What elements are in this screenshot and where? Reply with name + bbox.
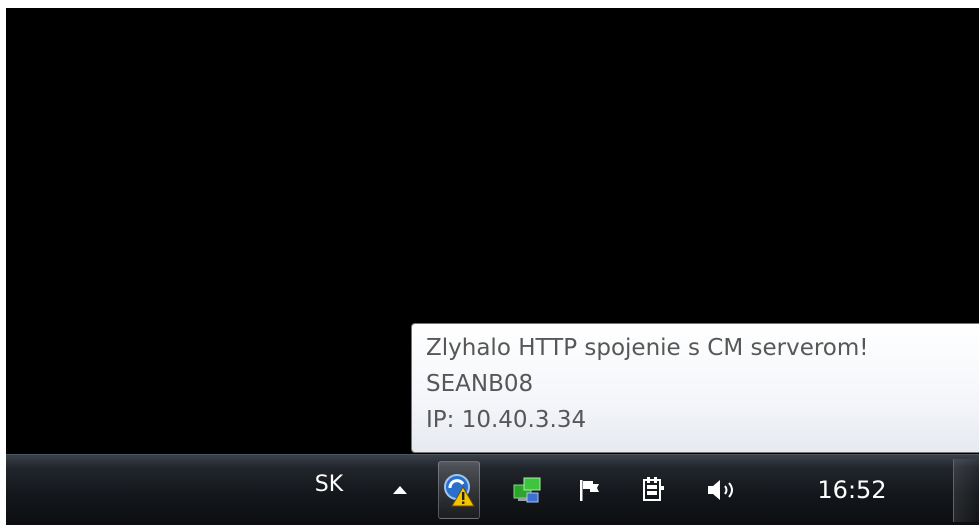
- cm-client-warning-icon: [444, 474, 475, 507]
- clock[interactable]: 16:52: [802, 455, 902, 525]
- screen: Zlyhalo HTTP spojenie s CM serverom! SEA…: [0, 0, 979, 525]
- tooltip-ip: IP: 10.40.3.34: [426, 407, 587, 433]
- notification-tooltip[interactable]: Zlyhalo HTTP spojenie s CM serverom! SEA…: [411, 323, 979, 453]
- show-hidden-icons-button[interactable]: [387, 455, 413, 525]
- action-center-tray-button[interactable]: [572, 455, 608, 525]
- power-tray-button[interactable]: [636, 455, 670, 525]
- volume-icon: [708, 480, 733, 500]
- show-desktop-button[interactable]: [953, 459, 979, 522]
- cm-client-tray-button[interactable]: [438, 455, 480, 525]
- network-tray-button[interactable]: [506, 455, 548, 525]
- tooltip-message: Zlyhalo HTTP spojenie s CM serverom!: [426, 335, 869, 361]
- action-center-flag-icon: [580, 480, 599, 501]
- taskbar: SK 16:52: [6, 454, 979, 525]
- power-icon: [643, 477, 664, 501]
- network-icon: [513, 477, 541, 503]
- volume-tray-button[interactable]: [700, 455, 746, 525]
- tooltip-hostname: SEANB08: [426, 371, 534, 397]
- language-indicator[interactable]: SK: [306, 449, 352, 519]
- chevron-up-icon: [393, 486, 407, 494]
